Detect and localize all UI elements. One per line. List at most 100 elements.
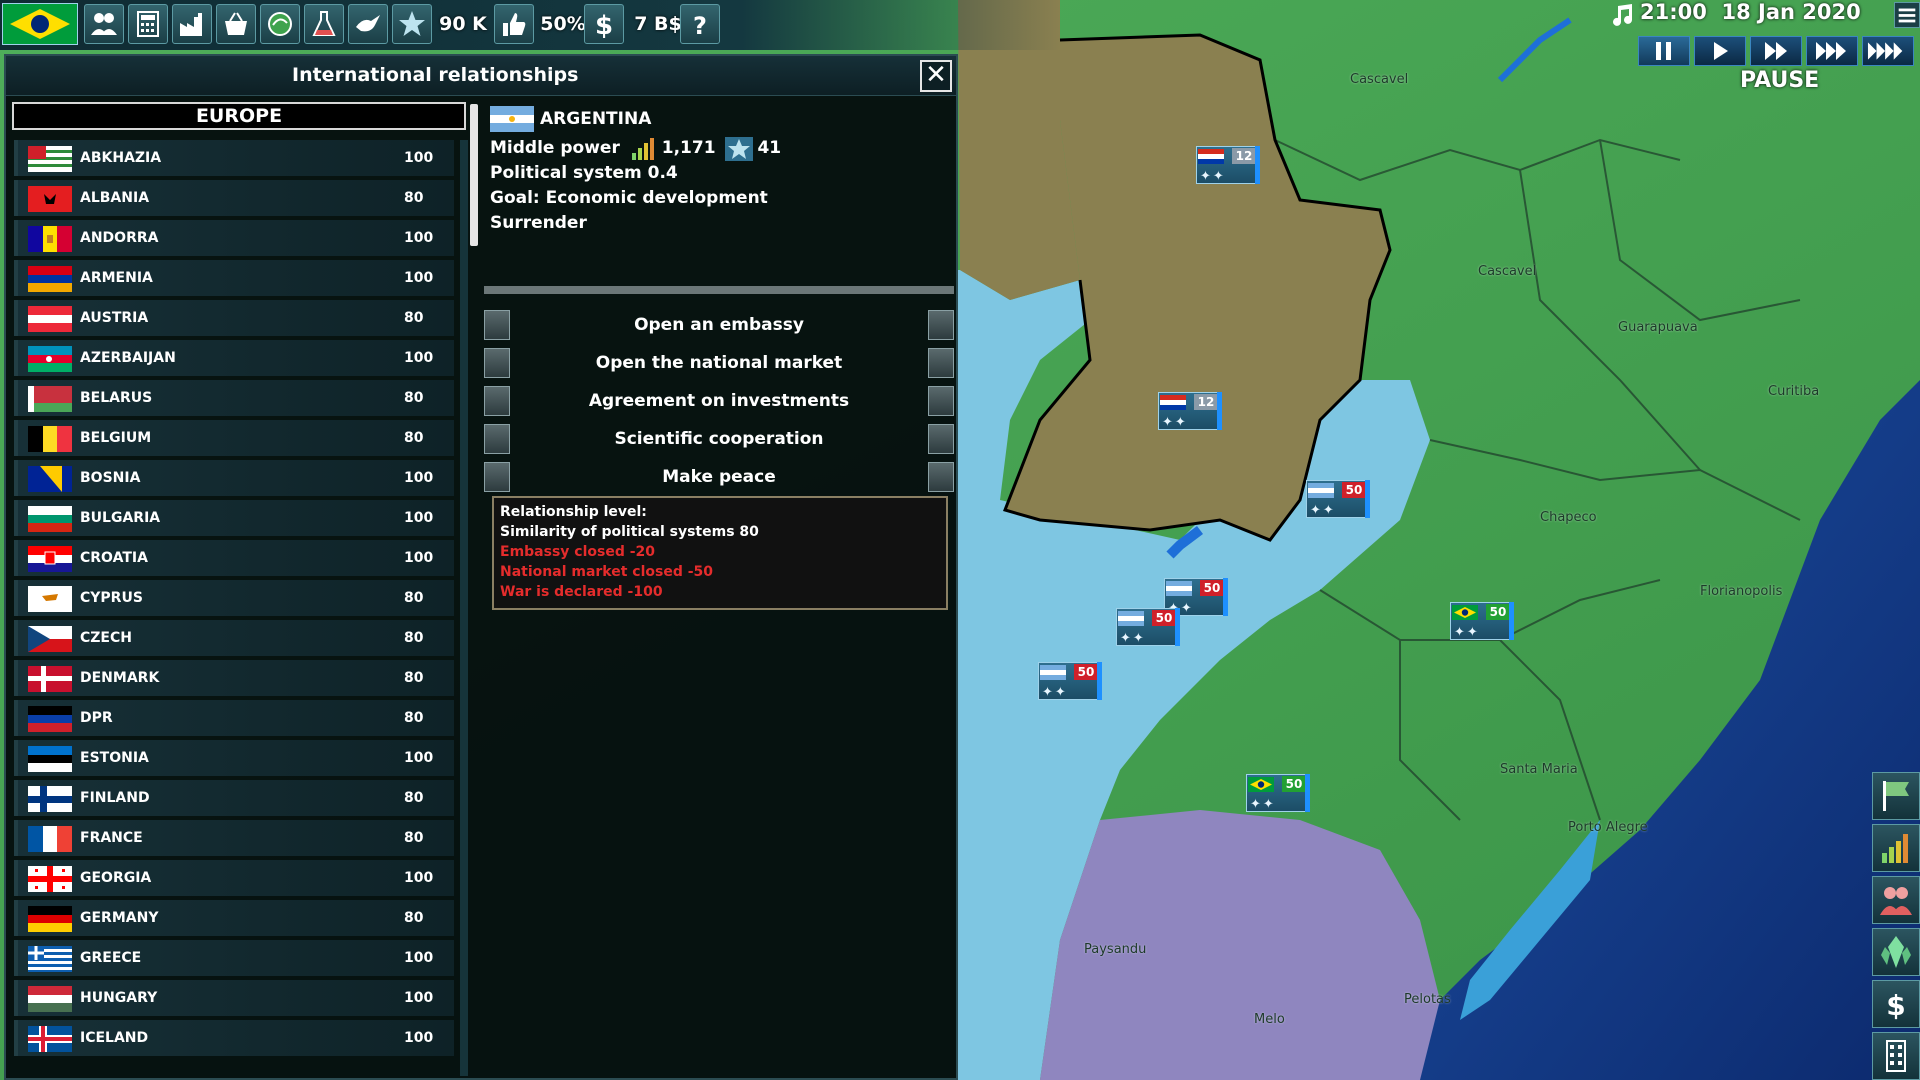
dpr-flag-icon [28,706,72,732]
make-peace-button[interactable]: Make peace [484,460,954,494]
map-unit[interactable]: 12 ✦✦ [1154,392,1222,432]
country-row[interactable]: CYPRUS 80 [14,580,454,616]
country-row[interactable]: GEORGIA 100 [14,860,454,896]
faster-button[interactable] [1806,36,1858,66]
country-row[interactable]: ESTONIA 100 [14,740,454,776]
relationship-positive: Similarity of political systems 80 [500,524,759,540]
investment-agreement-button[interactable]: Agreement on investments [484,384,954,418]
science-button[interactable] [304,3,344,45]
map-unit[interactable]: 12 ✦✦ [1192,146,1260,186]
flag-icon [1883,781,1909,811]
country-row[interactable]: FINLAND 80 [14,780,454,816]
fastest-button[interactable] [1862,36,1914,66]
country-row[interactable]: CZECH 80 [14,620,454,656]
budget-button[interactable] [128,3,168,45]
menu-button[interactable] [1894,2,1920,28]
fast-forward-button[interactable] [1750,36,1802,66]
population-button[interactable] [84,3,124,45]
map-city-label: Guarapuava [1618,320,1698,335]
industry-button[interactable] [172,3,212,45]
dove-icon [356,15,380,32]
france-flag-icon [28,826,72,852]
country-relation-value: 80 [404,190,424,206]
country-row[interactable]: AZERBAIJAN 100 [14,340,454,376]
soldier-icon: ✦✦ [1042,685,1068,700]
belarus-flag-icon [28,386,72,412]
region-selector[interactable]: EUROPE [12,102,466,130]
unit-count: 50 [1342,482,1366,498]
relationship-negative: War is declared -100 [500,584,663,600]
buildings-button[interactable] [1872,1032,1920,1080]
country-row[interactable]: CROATIA 100 [14,540,454,576]
germany-flag-icon [28,906,72,932]
country-relation-value: 100 [404,230,434,246]
open-market-button[interactable]: Open the national market [484,346,954,380]
country-name: BELARUS [80,390,153,406]
scientific-cooperation-button[interactable]: Scientific cooperation [484,422,954,456]
country-row[interactable]: ABKHAZIA 100 [14,140,454,176]
military-button[interactable] [392,3,432,45]
bulgaria-flag-icon [28,506,72,532]
country-row[interactable]: ICELAND 100 [14,1020,454,1056]
country-row[interactable]: BOSNIA 100 [14,460,454,496]
crystal-icon [1881,936,1911,968]
country-name: AZERBAIJAN [80,350,176,366]
market-button[interactable] [216,3,256,45]
dollar-icon: $ [595,11,613,39]
close-button[interactable]: ✕ [920,60,952,92]
finance-map-button[interactable]: $ [1872,980,1920,1028]
unit-count: 12 [1194,394,1218,410]
country-relation-value: 80 [404,310,424,326]
country-row[interactable]: AUSTRIA 80 [14,300,454,336]
country-row[interactable]: DPR 80 [14,700,454,736]
pause-button[interactable] [1638,36,1690,66]
country-name: BELGIUM [80,430,152,446]
country-row[interactable]: DENMARK 80 [14,660,454,696]
population-map-button[interactable] [1872,876,1920,924]
country-row[interactable]: BELARUS 80 [14,380,454,416]
paraguay-flag-icon [1198,149,1224,164]
power-line: Middle power 1,171 41 [484,136,954,161]
country-row[interactable]: BELGIUM 80 [14,420,454,456]
unit-count: 50 [1282,776,1306,792]
bosnia-flag-icon [28,466,72,492]
country-row[interactable]: BULGARIA 100 [14,500,454,536]
map-unit[interactable]: 50 ✦✦ [1112,608,1180,648]
statistics-button[interactable] [1872,824,1920,872]
treasury-button[interactable]: $ [584,3,624,45]
player-country-button[interactable] [2,3,78,45]
map-city-label: Porto Alegre [1568,820,1648,835]
flag-map-button[interactable] [1872,772,1920,820]
country-relation-value: 100 [404,1030,434,1046]
soldier-icon: ✦✦ [1250,797,1276,812]
detail-scrollbar[interactable] [470,104,478,246]
approval-button[interactable] [494,3,534,45]
country-relation-value: 80 [404,430,424,446]
play-button[interactable] [1694,36,1746,66]
map-unit[interactable]: 50 ✦✦ [1034,662,1102,702]
country-row[interactable]: FRANCE 80 [14,820,454,856]
open-embassy-button[interactable]: Open an embassy [484,308,954,342]
argentina-flag-icon [490,106,534,132]
map-unit[interactable]: 50 ✦✦ [1446,602,1514,642]
music-icon[interactable] [1608,2,1636,28]
country-row[interactable]: GERMANY 80 [14,900,454,936]
help-button[interactable]: ? [680,3,720,45]
country-row[interactable]: ANDORRA 100 [14,220,454,256]
czech-flag-icon [28,626,72,652]
argentina-flag-icon [1166,581,1192,596]
political-system: Political system 0.4 [490,163,678,183]
map-unit[interactable]: 50 ✦✦ [1242,774,1310,814]
country-row[interactable]: ALBANIA 80 [14,180,454,216]
estonia-flag-icon [28,746,72,772]
map-unit[interactable]: 50 ✦✦ [1302,480,1370,520]
resources-button[interactable] [1872,928,1920,976]
country-row[interactable]: ARMENIA 100 [14,260,454,296]
diplomacy-button[interactable] [348,3,388,45]
country-row[interactable]: GREECE 100 [14,940,454,976]
country-relation-value: 80 [404,830,424,846]
country-list-scrollbar[interactable] [460,140,468,1076]
country-row[interactable]: HUNGARY 100 [14,980,454,1016]
ecology-button[interactable] [260,3,300,45]
country-name: ALBANIA [80,190,150,206]
